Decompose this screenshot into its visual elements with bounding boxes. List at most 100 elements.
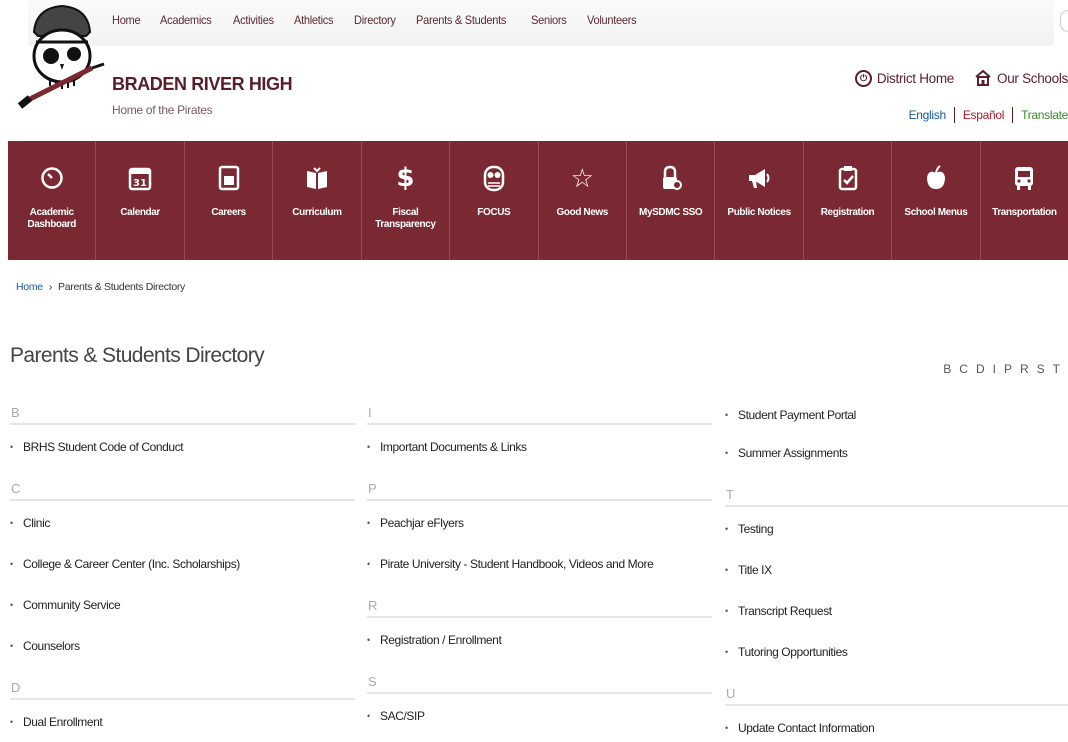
- alphabet-index: B C D I P R S T: [943, 362, 1060, 376]
- quick-link-careers[interactable]: Careers: [185, 141, 274, 260]
- directory-link[interactable]: • SAC/SIP: [367, 706, 712, 742]
- alpha-b[interactable]: B: [943, 362, 951, 376]
- bullet-icon: •: [367, 635, 370, 645]
- quick-link-label: MySDMC SSO: [639, 207, 703, 218]
- breadcrumb-current: Parents & Students Directory: [58, 281, 186, 293]
- directory-link-label: Community Service: [23, 598, 121, 612]
- quick-link-transportation[interactable]: Transportation: [981, 141, 1068, 260]
- letter-heading: U: [725, 683, 1068, 706]
- bus-icon: [1009, 161, 1039, 195]
- directory-link[interactable]: • College & Career Center (Inc. Scholarsh…: [10, 554, 355, 595]
- quick-link-curriculum[interactable]: Curriculum: [273, 141, 362, 260]
- quick-link-fiscal-transparency[interactable]: $ Fiscal Transparency: [362, 141, 451, 260]
- nav-directory[interactable]: Directory: [354, 13, 396, 27]
- letter-heading: T: [725, 484, 1068, 507]
- quick-link-label: Fiscal Transparency: [375, 207, 436, 230]
- directory-link[interactable]: • Summer Assignments: [725, 443, 1068, 484]
- alpha-d[interactable]: D: [976, 362, 985, 376]
- quick-link-label: Academic Dashboard: [27, 207, 77, 230]
- bullet-icon: •: [725, 565, 728, 575]
- lang-translate[interactable]: Translate: [1021, 108, 1068, 122]
- breadcrumb-home[interactable]: Home: [16, 281, 43, 293]
- page-title: Parents & Students Directory: [10, 344, 265, 367]
- bullet-icon: •: [10, 641, 13, 651]
- directory-link[interactable]: • Counselors: [10, 636, 355, 677]
- bullet-icon: •: [367, 711, 370, 721]
- directory-column-3: • Student Payment Portal • Summer Assignme…: [725, 402, 1068, 742]
- bullet-icon: •: [10, 518, 13, 528]
- school-name[interactable]: BRADEN RIVER HIGH: [112, 74, 293, 95]
- quick-link-label: Registration: [820, 207, 875, 218]
- bullet-icon: •: [10, 559, 13, 569]
- owl-icon: [479, 161, 509, 195]
- alpha-p[interactable]: P: [1004, 362, 1012, 376]
- quick-link-focus[interactable]: FOCUS: [450, 141, 539, 260]
- directory-link-label: BRHS Student Code of Conduct: [23, 440, 184, 454]
- nav-seniors[interactable]: Seniors: [531, 13, 567, 27]
- bullet-icon: •: [725, 723, 728, 733]
- nav-home[interactable]: Home: [112, 13, 141, 27]
- quick-link-label: Calendar: [120, 207, 160, 218]
- quick-link-registration[interactable]: Registration: [804, 141, 893, 260]
- lang-divider: [953, 107, 955, 123]
- directory-link[interactable]: • Registration / Enrollment: [367, 630, 712, 671]
- directory-link[interactable]: • Student Payment Portal: [725, 402, 1068, 443]
- directory-link-label: SAC/SIP: [380, 709, 425, 723]
- directory-link[interactable]: • Peachjar eFlyers: [367, 513, 712, 554]
- directory-link-label: Student Payment Portal: [738, 408, 856, 422]
- language-selector: English Español Translate: [909, 107, 1068, 123]
- directory-link[interactable]: • Pirate University - Student Handbook, V…: [367, 554, 712, 595]
- our-schools-link[interactable]: Our Schools: [974, 69, 1068, 87]
- directory-link-label: Counselors: [23, 639, 80, 653]
- directory-link[interactable]: • Dual Enrollment: [10, 712, 355, 742]
- directory-link[interactable]: • Transcript Request: [725, 601, 1068, 642]
- directory-link[interactable]: • Title IX: [725, 560, 1068, 601]
- alpha-r[interactable]: R: [1020, 362, 1029, 376]
- bullet-icon: •: [725, 647, 728, 657]
- quick-link-label: Careers: [211, 207, 246, 218]
- quick-link-mysdmc-sso[interactable]: MySDMC SSO: [627, 141, 716, 260]
- quick-links-bar: Academic Dashboard 31 Calendar Careers C…: [8, 141, 1068, 260]
- quick-link-calendar[interactable]: 31 Calendar: [96, 141, 185, 260]
- alpha-c[interactable]: C: [959, 362, 968, 376]
- district-logo-icon: ⏻: [854, 69, 872, 87]
- quick-link-academic-dashboard[interactable]: Academic Dashboard: [8, 141, 97, 260]
- top-nav: Home Academics Activities Athletics Dire…: [0, 0, 1068, 46]
- directory-link[interactable]: • Tutoring Opportunities: [725, 642, 1068, 683]
- directory-link[interactable]: • Community Service: [10, 595, 355, 636]
- search-toggle[interactable]: [1060, 10, 1068, 32]
- nav-academics[interactable]: Academics: [160, 13, 212, 27]
- nav-athletics[interactable]: Athletics: [294, 13, 334, 27]
- lang-english[interactable]: English: [909, 108, 947, 122]
- district-home-link[interactable]: ⏻ District Home: [854, 69, 954, 87]
- directory-link-label: Important Documents & Links: [380, 440, 527, 454]
- directory-link-label: Registration / Enrollment: [380, 633, 502, 647]
- lock-icon: [656, 161, 686, 195]
- quick-link-good-news[interactable]: ☆ Good News: [539, 141, 627, 260]
- nav-parents-students[interactable]: Parents & Students: [416, 13, 506, 27]
- nav-activities[interactable]: Activities: [233, 13, 274, 27]
- directory-link[interactable]: • Important Documents & Links: [367, 437, 712, 478]
- star-icon: ☆: [570, 163, 594, 193]
- directory-link[interactable]: • BRHS Student Code of Conduct: [10, 437, 355, 478]
- megaphone-icon: [744, 161, 774, 195]
- jobs-icon: [214, 161, 244, 195]
- lang-espanol[interactable]: Español: [963, 108, 1005, 122]
- alpha-i[interactable]: I: [993, 362, 996, 376]
- letter-heading: D: [10, 677, 355, 700]
- quick-link-school-menus[interactable]: School Menus: [892, 141, 981, 260]
- directory-link[interactable]: • Update Contact Information: [725, 718, 1068, 742]
- school-logo[interactable]: [16, 2, 108, 110]
- our-schools-label: Our Schools: [997, 70, 1068, 86]
- directory-link[interactable]: • Clinic: [10, 513, 355, 554]
- calendar-icon: 31: [125, 161, 155, 195]
- alpha-s[interactable]: S: [1037, 362, 1045, 376]
- directory-link[interactable]: • Testing: [725, 519, 1068, 560]
- directory-link-label: Pirate University - Student Handbook, Vi…: [380, 557, 654, 571]
- quick-link-public-notices[interactable]: Public Notices: [715, 141, 804, 260]
- apple-icon: [921, 161, 951, 195]
- quick-link-label: Curriculum: [292, 207, 342, 218]
- alpha-t[interactable]: T: [1053, 362, 1060, 376]
- nav-volunteers[interactable]: Volunteers: [587, 13, 637, 27]
- bullet-icon: •: [725, 410, 728, 420]
